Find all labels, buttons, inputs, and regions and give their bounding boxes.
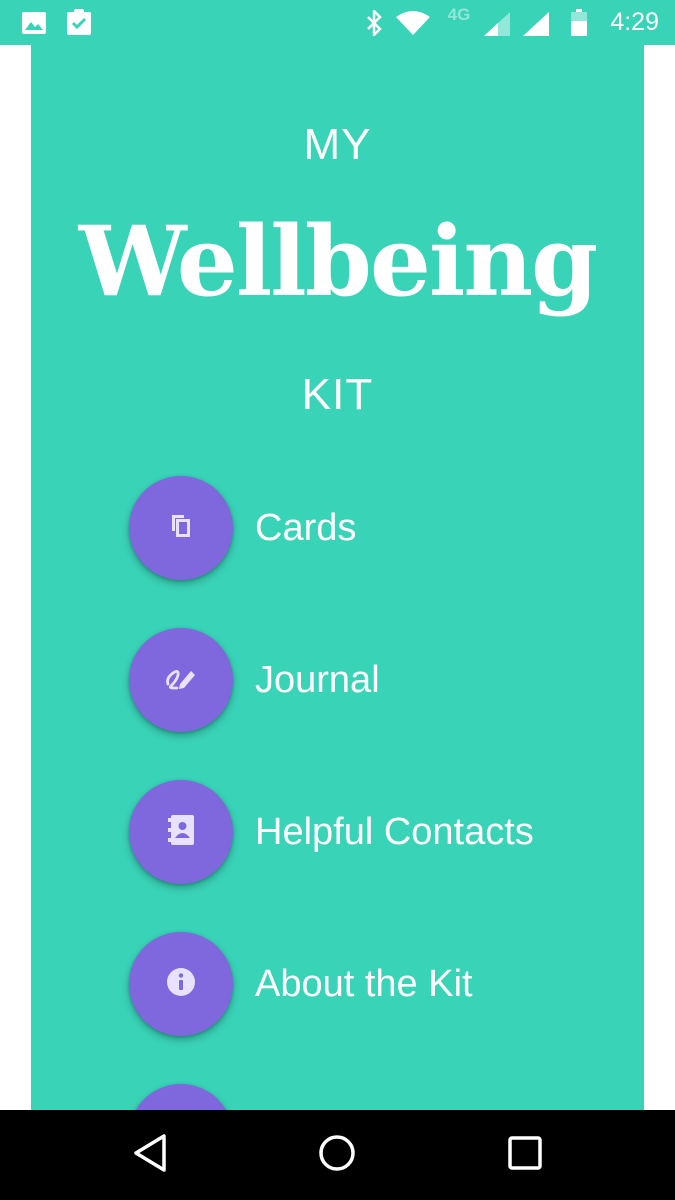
cards-icon (168, 513, 194, 544)
status-bar: 4G 4:29 (0, 0, 675, 45)
menu-item-helpful-contacts[interactable]: Helpful Contacts (129, 780, 534, 884)
menu-item-about-the-kit[interactable]: About the Kit (129, 932, 473, 1036)
title-kit: KIT (301, 370, 374, 419)
clipboard-check-icon (65, 7, 93, 37)
cards-button[interactable] (129, 476, 233, 580)
signal-icon (521, 10, 551, 38)
info-icon (166, 967, 196, 1002)
menu-label-cards: Cards (255, 506, 357, 549)
about-the-kit-button[interactable] (129, 932, 233, 1036)
back-triangle-icon (132, 1133, 168, 1178)
partial-menu-button[interactable] (129, 1084, 233, 1110)
journal-icon (165, 664, 197, 697)
battery-icon (568, 9, 590, 37)
helpful-contacts-button[interactable] (129, 780, 233, 884)
title-my: MY (303, 120, 372, 169)
menu-label-about-the-kit: About the Kit (255, 962, 473, 1005)
menu-label-journal: Journal (255, 658, 380, 701)
wifi-icon (395, 10, 431, 36)
menu-label-helpful-contacts: Helpful Contacts (255, 810, 534, 853)
bluetooth-icon (362, 9, 386, 37)
recents-button[interactable] (500, 1130, 550, 1180)
status-time: 4:29 (610, 8, 659, 36)
home-panel: MY Wellbeing KIT Cards Journal Helpful C… (31, 45, 644, 1110)
back-button[interactable] (125, 1130, 175, 1180)
navigation-bar (0, 1110, 675, 1200)
journal-button[interactable] (129, 628, 233, 732)
network-type-label: 4G (447, 5, 471, 24)
home-circle-icon (317, 1133, 357, 1178)
menu-item-partial[interactable] (129, 1084, 233, 1110)
app-title: Wellbeing (78, 205, 599, 318)
signal-icon (482, 10, 512, 38)
menu-item-journal[interactable]: Journal (129, 628, 380, 732)
menu-item-cards[interactable]: Cards (129, 476, 356, 580)
image-icon (20, 9, 48, 37)
recents-square-icon (507, 1135, 543, 1176)
home-button[interactable] (312, 1130, 362, 1180)
contacts-icon (167, 814, 195, 851)
